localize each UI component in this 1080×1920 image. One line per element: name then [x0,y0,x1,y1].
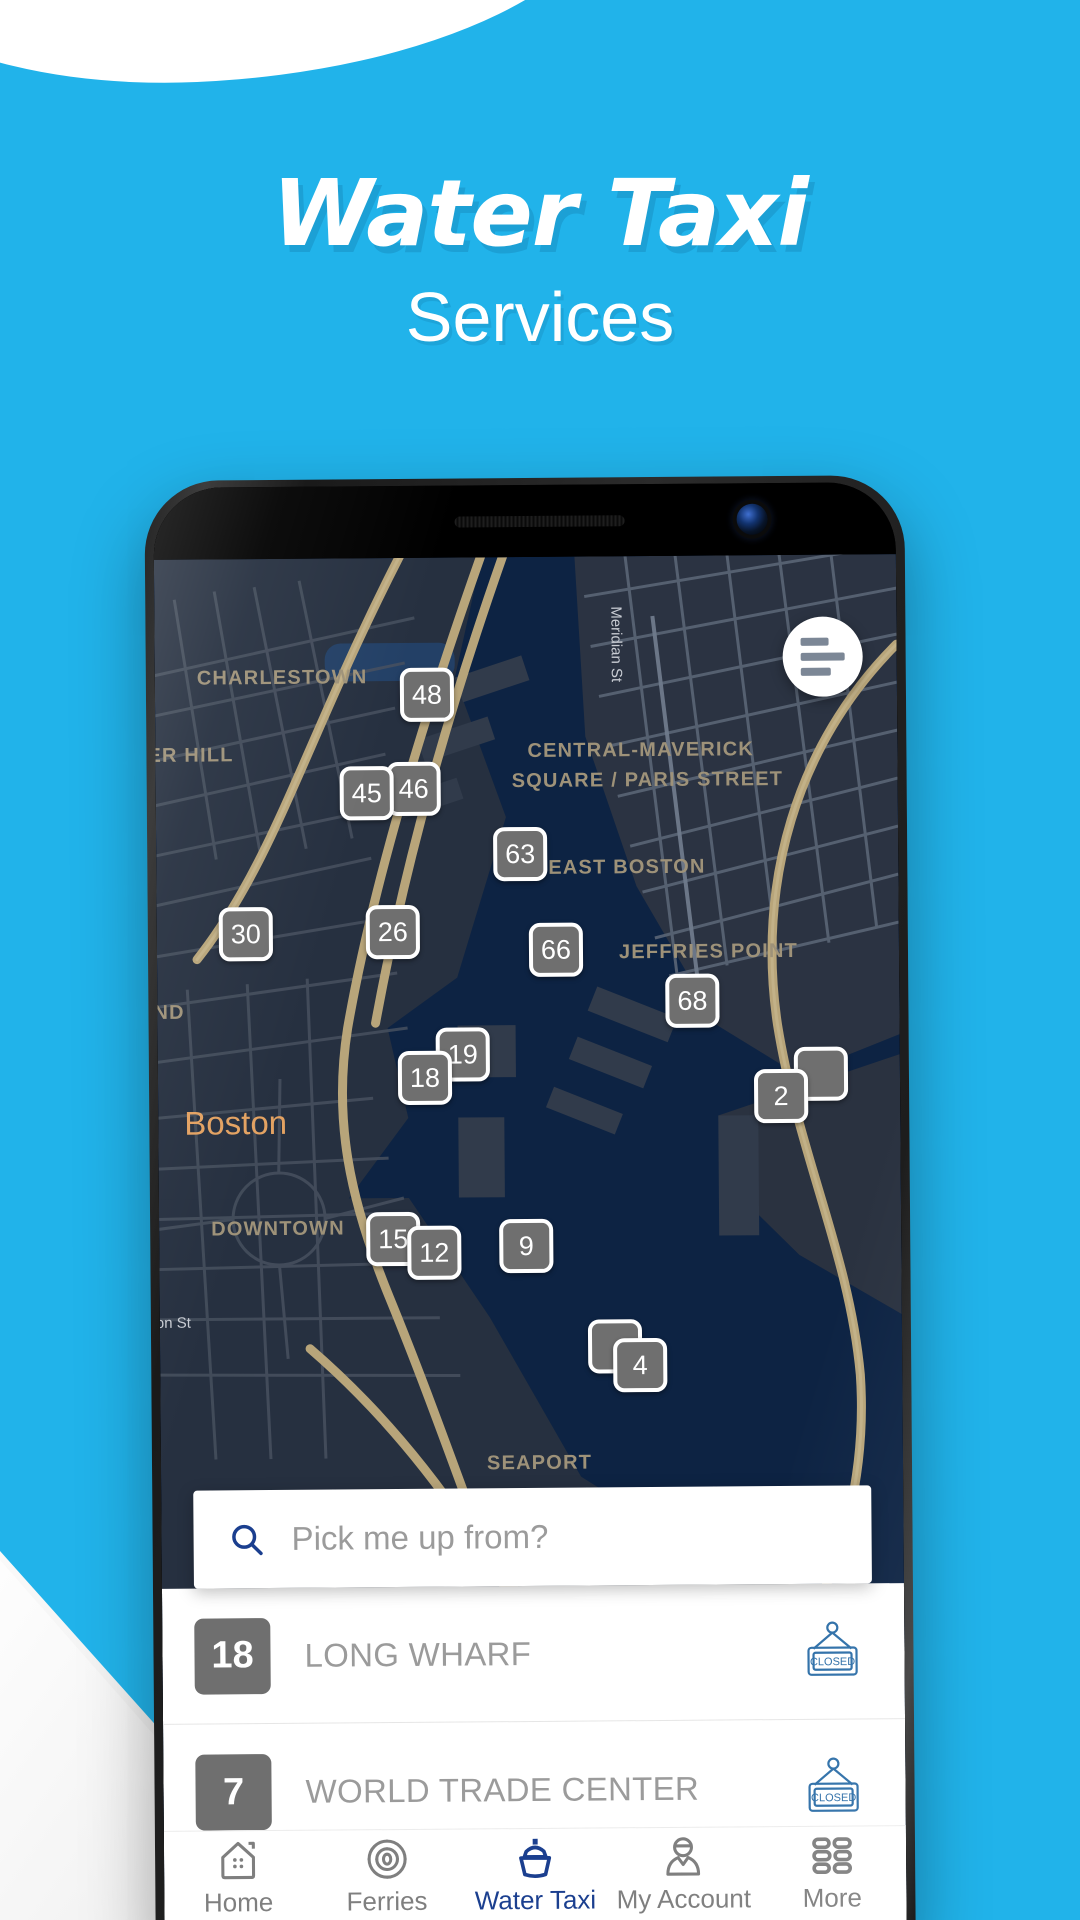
home-icon [221,1841,256,1880]
map-street-label: Meridian St [607,606,625,683]
nav-label: Home [203,1887,274,1918]
filter-list-icon[interactable] [782,616,863,697]
front-camera-icon [736,503,768,535]
map-marker[interactable]: 26 [365,904,421,960]
map-marker[interactable]: 46 [386,761,441,817]
map-marker[interactable]: 30 [218,907,274,962]
nav-label: More [802,1882,862,1913]
nav-item-my-account[interactable]: My Account [609,1827,758,1915]
search-container: Pick me up from? [161,1485,904,1589]
map-marker[interactable]: 45 [339,766,394,821]
fab-bar-3 [800,667,831,676]
map-street-label: on St [155,1314,191,1332]
table-row[interactable]: 18 LONG WHARF CLOSED [161,1583,906,1725]
phone-mockup: CHARLESTOWN ER HILL Meridian St CENTRAL-… [144,475,916,1920]
map-marker[interactable]: 4 [613,1337,668,1393]
nav-item-more[interactable]: More [757,1826,906,1914]
map-marker[interactable]: 68 [665,973,720,1028]
map-marker[interactable]: 18 [397,1050,453,1106]
ferry-target-icon [367,1839,407,1879]
closed-sign-icon: CLOSED [808,1757,859,1812]
map-label: SEAPORT [486,1451,593,1475]
nav-label: My Account [616,1883,752,1915]
nav-item-home[interactable]: Home [164,1831,313,1919]
map-marker[interactable]: 66 [528,922,584,977]
map-marker[interactable]: 2 [753,1068,809,1124]
person-icon [666,1837,701,1876]
map-marker[interactable]: 63 [493,826,548,882]
map-label: ER HILL [153,744,234,767]
svg-text:CLOSED: CLOSED [811,1792,856,1804]
stop-name: LONG WHARF [304,1634,532,1674]
closed-sign-icon: CLOSED [807,1621,858,1676]
map-label: CHARLESTOWN [196,666,368,690]
stop-name: WORLD TRADE CENTER [305,1769,700,1810]
map-marker[interactable]: 9 [499,1218,554,1274]
bottom-navigation: Home Ferries Water Taxi My Account More [163,1825,907,1920]
map-city-label: Boston [184,1103,288,1142]
search-icon [232,1524,263,1556]
boat-icon [519,1838,552,1879]
map-marker[interactable]: 48 [399,667,455,723]
nav-label: Ferries [346,1885,428,1917]
map-label: EAST BOSTON [548,855,706,879]
nav-item-water-taxi[interactable]: Water Taxi [461,1828,610,1916]
page-title: Water Taxi [272,160,809,267]
speaker-grille-icon [454,514,625,528]
app-screen: CHARLESTOWN ER HILL Meridian St CENTRAL-… [153,554,907,1920]
map-label: CENTRAL-MAVERICK [527,738,755,763]
phone-notch [153,482,896,560]
map-label: DOWNTOWN [211,1217,345,1241]
nav-item-ferries[interactable]: Ferries [312,1830,461,1918]
fab-bar-1 [800,637,829,646]
map-label: SQUARE / PARIS STREET [511,767,784,793]
search-bar[interactable]: Pick me up from? [193,1485,872,1589]
nav-label: Water Taxi [474,1884,597,1916]
search-input[interactable]: Pick me up from? [291,1518,548,1558]
more-blocks-icon [811,1837,852,1875]
map-label: ND [153,1001,185,1024]
map-marker[interactable]: 12 [407,1225,462,1280]
stop-number-badge: 18 [194,1617,271,1695]
map-label: JEFFRIES POINT [618,939,799,964]
page-subtitle: Services [405,278,675,356]
svg-text:CLOSED: CLOSED [810,1655,855,1667]
hero-section: Water Taxi Services [0,160,1080,356]
stop-number-badge: 7 [195,1754,272,1831]
fab-bar-2 [800,652,845,661]
